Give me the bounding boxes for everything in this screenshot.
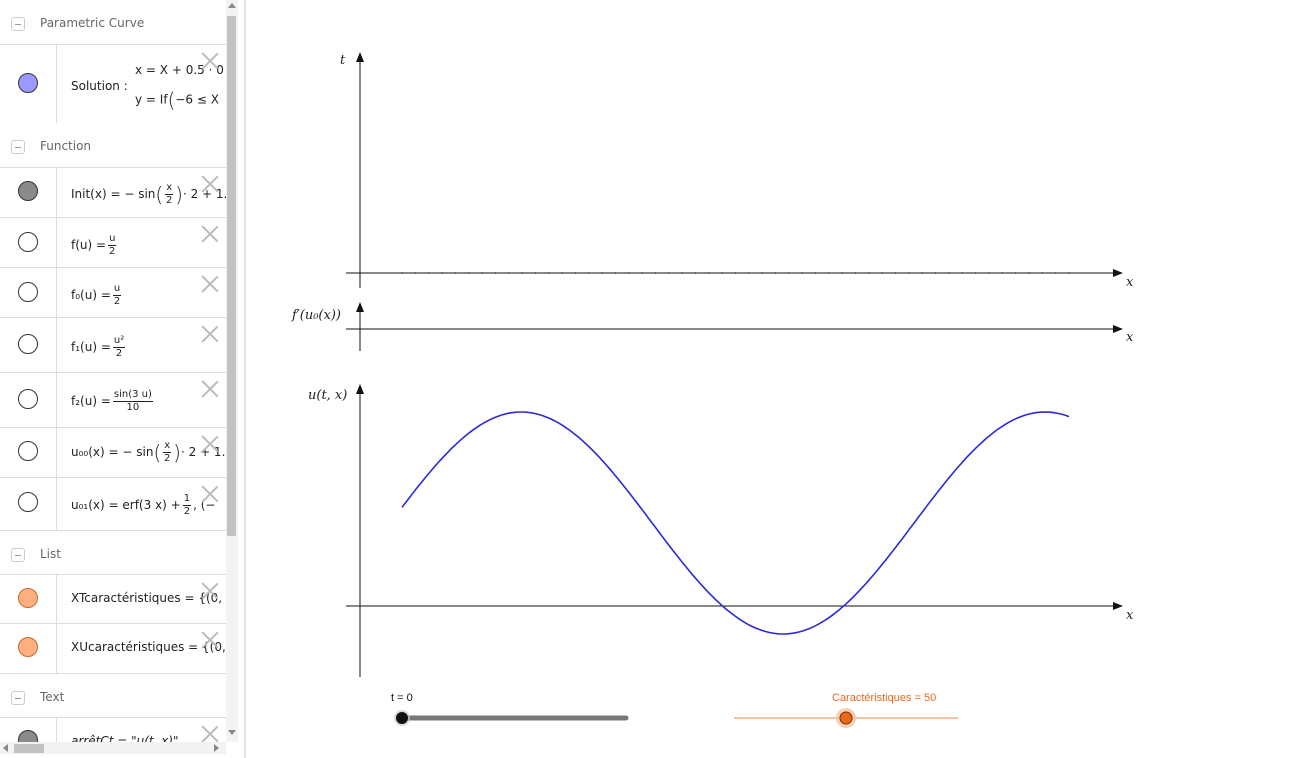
list-item-init[interactable]: Init(x) = − sin(x2)· 2 + 1.5 xyxy=(0,167,226,217)
group-header-parametric-curve[interactable]: Parametric Curve xyxy=(0,0,226,44)
visibility-toggle[interactable] xyxy=(18,282,38,302)
scrollbar-thumb[interactable] xyxy=(14,744,44,753)
close-icon[interactable] xyxy=(201,52,219,70)
carac-slider-label: Caractéristiques = 50 xyxy=(832,692,937,704)
vertical-scrollbar[interactable] xyxy=(226,0,238,742)
expression-part: f₂(u) = xyxy=(71,394,111,408)
close-icon[interactable] xyxy=(201,380,219,398)
group-label: Function xyxy=(40,139,92,153)
scroll-left-icon[interactable] xyxy=(3,744,8,752)
list-item-text[interactable]: arrêtCt = "u(t, x)" xyxy=(0,717,226,742)
group-label: List xyxy=(40,547,61,561)
fraction-numerator: sin(3 u) xyxy=(112,389,153,402)
close-icon[interactable] xyxy=(201,225,219,243)
visibility-toggle[interactable] xyxy=(18,181,38,201)
x-axis-label-bottom: x xyxy=(1126,608,1134,623)
visibility-toggle[interactable] xyxy=(18,441,38,461)
visibility-toggle[interactable] xyxy=(18,588,38,608)
list-item-solution[interactable]: Solution : x = X + 0.5 · 0 y = If(−6 ≤ X xyxy=(0,44,226,123)
list-item-u01[interactable]: u₀₁(x) = erf(3 x) +1 2, (− xyxy=(0,477,226,530)
group-header-list[interactable]: List xyxy=(0,530,226,574)
close-icon[interactable] xyxy=(201,325,219,343)
item-expression: u₀₁(x) = erf(3 x) +1 2, (− xyxy=(71,493,215,518)
fraction-denominator: 2 xyxy=(183,506,191,517)
fraction-numerator: x xyxy=(165,182,174,195)
fraction-numerator: u xyxy=(112,283,122,296)
list-item-f0[interactable]: f₀(u) = u 2 xyxy=(0,267,226,317)
expression-part: Init(x) = − sin xyxy=(71,187,156,201)
close-icon[interactable] xyxy=(201,582,219,600)
group-header-function[interactable]: Function xyxy=(0,123,226,167)
collapse-icon[interactable] xyxy=(11,548,25,562)
item-expression: f₀(u) = u 2 xyxy=(71,283,123,308)
group-label: Parametric Curve xyxy=(40,16,145,30)
item-expression: f₁(u) = u² 2 xyxy=(71,335,127,360)
expression-part: y = If xyxy=(135,92,168,107)
t-slider-label: t = 0 xyxy=(391,692,413,704)
graphics-view[interactable]: t x f′(u₀(x)) x u(t, x) x t = 0 Caractér… xyxy=(246,0,1290,758)
visibility-toggle[interactable] xyxy=(18,334,38,354)
expression-part: u₀₁(x) = erf(3 x) + xyxy=(71,498,181,512)
fraction-numerator: x xyxy=(163,440,172,453)
visibility-toggle[interactable] xyxy=(18,637,38,657)
scroll-up-icon[interactable] xyxy=(228,3,236,8)
expression-part: f₀(u) = xyxy=(71,288,111,302)
scroll-down-icon[interactable] xyxy=(228,730,236,735)
collapse-icon[interactable] xyxy=(11,691,25,705)
fraction-denominator: 2 xyxy=(113,296,121,307)
visibility-toggle[interactable] xyxy=(18,389,38,409)
algebra-view[interactable]: Parametric Curve Solution : x = X + 0.5 … xyxy=(0,0,226,742)
scrollbar-thumb[interactable] xyxy=(227,16,236,536)
scroll-right-icon[interactable] xyxy=(214,744,219,752)
item-expression: f(u) = u 2 xyxy=(71,233,118,258)
list-item-f[interactable]: f(u) = u 2 xyxy=(0,217,226,267)
t-axis-label: t xyxy=(340,53,346,68)
fraction-numerator: u² xyxy=(112,335,126,348)
expression-part: u₀₀(x) = − sin xyxy=(71,445,154,459)
group-header-text[interactable]: Text xyxy=(0,673,226,717)
group-label: Text xyxy=(40,690,65,704)
close-icon[interactable] xyxy=(201,175,219,193)
collapse-icon[interactable] xyxy=(11,140,25,154)
item-expression-line-2: y = If(−6 ≤ X xyxy=(135,88,219,112)
visibility-toggle[interactable] xyxy=(18,232,38,252)
fraction-denominator: 2 xyxy=(115,348,123,359)
close-icon[interactable] xyxy=(201,275,219,293)
solution-curve[interactable] xyxy=(401,411,1070,635)
close-icon[interactable] xyxy=(201,485,219,503)
graphics-canvas[interactable]: t x f′(u₀(x)) x u(t, x) x xyxy=(246,0,1290,758)
visibility-toggle[interactable] xyxy=(18,730,38,742)
item-expression: f₂(u) = sin(3 u) 10 xyxy=(71,389,155,414)
expression-part: f₁(u) = xyxy=(71,340,111,354)
item-name: Solution : xyxy=(71,79,128,93)
fraction-denominator: 2 xyxy=(109,246,116,257)
visibility-toggle[interactable] xyxy=(18,73,38,93)
list-item-xu-caracteristiques[interactable]: XUcaractéristiques = {(0, 0 xyxy=(0,623,226,673)
fraction-denominator: 2 xyxy=(165,195,173,206)
close-icon[interactable] xyxy=(201,631,219,649)
fraction-numerator: 1 xyxy=(182,493,192,506)
fprime-axis-label: f′(u₀(x)) xyxy=(291,308,341,323)
list-item-f1[interactable]: f₁(u) = u² 2 xyxy=(0,317,226,372)
x-axis-label-middle: x xyxy=(1126,330,1134,345)
visibility-toggle[interactable] xyxy=(18,492,38,512)
list-item-f2[interactable]: f₂(u) = sin(3 u) 10 xyxy=(0,372,226,427)
t-slider-knob[interactable] xyxy=(396,712,408,724)
fraction-numerator: u xyxy=(108,233,117,246)
close-icon[interactable] xyxy=(201,435,219,453)
fraction-denominator: 2 xyxy=(164,453,171,464)
horizontal-scrollbar[interactable] xyxy=(0,742,226,754)
list-item-xt-caracteristiques[interactable]: XTcaractéristiques = {(0, 0 xyxy=(0,574,226,623)
x-axis-label-top: x xyxy=(1126,275,1134,290)
list-item-u00[interactable]: u₀₀(x) = − sin(x2)· 2 + 1.5 xyxy=(0,427,226,477)
collapse-icon[interactable] xyxy=(11,17,25,31)
item-expression: arrêtCt = "u(t, x)" xyxy=(71,734,179,742)
fraction-denominator: 10 xyxy=(126,402,140,413)
expression-part: f(u) = xyxy=(71,238,107,252)
close-icon[interactable] xyxy=(201,725,219,742)
u-axis-label: u(t, x) xyxy=(308,388,347,403)
expression-part: −6 ≤ X xyxy=(175,92,219,107)
carac-slider-knob[interactable] xyxy=(839,711,853,725)
